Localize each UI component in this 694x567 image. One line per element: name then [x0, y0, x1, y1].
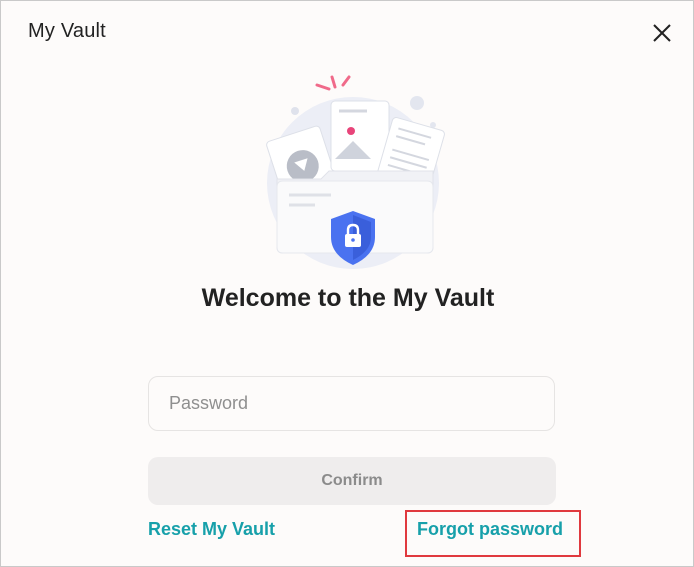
- password-input[interactable]: [148, 376, 555, 431]
- welcome-heading: Welcome to the My Vault: [201, 284, 495, 312]
- reset-my-vault-link[interactable]: Reset My Vault: [148, 519, 275, 540]
- dialog-title: My Vault: [28, 20, 106, 42]
- close-icon: [653, 24, 671, 42]
- vault-illustration: [266, 75, 445, 269]
- confirm-button[interactable]: Confirm: [148, 457, 556, 505]
- my-vault-dialog: My Vault Welcome to the My Vault Confirm…: [0, 0, 694, 567]
- forgot-password-link[interactable]: Forgot password: [417, 519, 563, 540]
- close-button[interactable]: [647, 18, 677, 48]
